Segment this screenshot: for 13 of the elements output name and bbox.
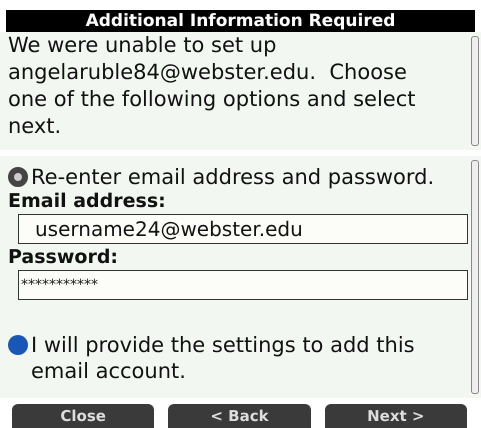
radio-button[interactable] — [8, 335, 28, 355]
dialog-button[interactable]: Close — [12, 404, 154, 428]
message-text: We were unable to set up angelaruble84@webster.edu. Choose one of the following options and select next. — [8, 32, 416, 140]
dialog-button[interactable]: Next > — [324, 404, 467, 428]
password-field[interactable]: *********** — [18, 270, 468, 300]
dialog-button[interactable]: < Back — [168, 404, 311, 428]
radio-button[interactable] — [8, 167, 28, 187]
password-label: Password: — [8, 246, 120, 268]
dialog-title: Additional Information Required — [6, 10, 475, 32]
option-label[interactable]: Re-enter email address and password. — [31, 164, 468, 190]
option-label[interactable]: I will provide the settings to add this email account. — [31, 332, 453, 384]
email-label: Email address: — [8, 190, 167, 212]
email-field[interactable]: username24@webster.edu — [18, 214, 468, 244]
